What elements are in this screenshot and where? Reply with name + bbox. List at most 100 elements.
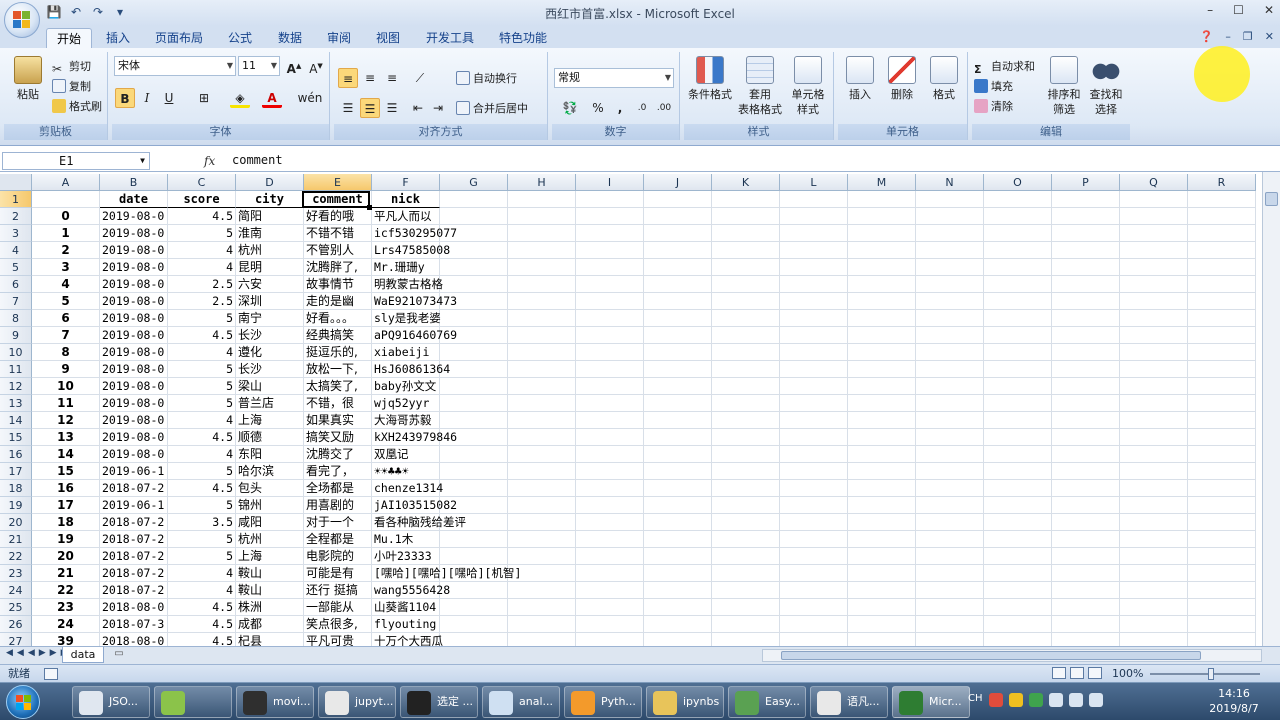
cell-b-17[interactable]: 2019-06-1: [100, 463, 168, 480]
cell-e-10[interactable]: 挺逗乐的,: [304, 344, 372, 361]
cell-p-27[interactable]: [1052, 633, 1120, 646]
cell-r-15[interactable]: [1188, 429, 1256, 446]
cell-r-26[interactable]: [1188, 616, 1256, 633]
cell-d-23[interactable]: 鞍山: [236, 565, 304, 582]
font-color-button[interactable]: A: [262, 88, 282, 108]
cell-d-17[interactable]: 哈尔滨: [236, 463, 304, 480]
cell-o-13[interactable]: [984, 395, 1052, 412]
font-size-select[interactable]: 11 ▼: [238, 56, 280, 76]
cell-q-1[interactable]: [1120, 191, 1188, 208]
column-header-e[interactable]: E: [304, 174, 372, 191]
cell-l-20[interactable]: [780, 514, 848, 531]
taskbar-iqiyi[interactable]: [154, 686, 232, 718]
cell-f-8[interactable]: sly是我老婆: [372, 310, 441, 327]
cell-m-11[interactable]: [848, 361, 916, 378]
cell-p-9[interactable]: [1052, 327, 1120, 344]
cell-f-26[interactable]: flyouting: [372, 616, 440, 633]
cell-n-22[interactable]: [916, 548, 984, 565]
row-header[interactable]: 16: [0, 446, 32, 463]
cell-d-7[interactable]: 深圳: [236, 293, 304, 310]
cell-d-13[interactable]: 普兰店: [236, 395, 304, 412]
cell-r-27[interactable]: [1188, 633, 1256, 646]
cell-g-11[interactable]: [440, 361, 508, 378]
border-button[interactable]: ⊞: [194, 88, 214, 108]
cell-c-7[interactable]: 2.5: [168, 293, 236, 310]
sort-filter-button[interactable]: 排序和 筛选: [1042, 56, 1086, 117]
bold-button[interactable]: B: [115, 88, 135, 108]
cell-k-11[interactable]: [712, 361, 780, 378]
cell-d-14[interactable]: 上海: [236, 412, 304, 429]
cell-c-19[interactable]: 5: [168, 497, 236, 514]
cell-d-25[interactable]: 株洲: [236, 599, 304, 616]
row-header[interactable]: 21: [0, 531, 32, 548]
cell-j-1[interactable]: [644, 191, 712, 208]
cell-k-8[interactable]: [712, 310, 780, 327]
maximize-button[interactable]: ☐: [1233, 3, 1244, 17]
cell-o-16[interactable]: [984, 446, 1052, 463]
column-header-q[interactable]: Q: [1120, 174, 1188, 191]
cell-b-27[interactable]: 2018-08-0: [100, 633, 168, 646]
cell-r-9[interactable]: [1188, 327, 1256, 344]
wrap-text-button[interactable]: 自动换行: [456, 70, 517, 88]
cell-j-26[interactable]: [644, 616, 712, 633]
cell-o-5[interactable]: [984, 259, 1052, 276]
cell-p-11[interactable]: [1052, 361, 1120, 378]
cell-b-5[interactable]: 2019-08-0: [100, 259, 168, 276]
cell-q-19[interactable]: [1120, 497, 1188, 514]
cell-k-26[interactable]: [712, 616, 780, 633]
cell-k-5[interactable]: [712, 259, 780, 276]
cell-a-15[interactable]: 13: [32, 429, 100, 446]
cell-r-16[interactable]: [1188, 446, 1256, 463]
cell-p-16[interactable]: [1052, 446, 1120, 463]
cell-r-19[interactable]: [1188, 497, 1256, 514]
row-header[interactable]: 3: [0, 225, 32, 242]
cell-b-18[interactable]: 2018-07-2: [100, 480, 168, 497]
cell-d-22[interactable]: 上海: [236, 548, 304, 565]
cell-q-8[interactable]: [1120, 310, 1188, 327]
cell-m-3[interactable]: [848, 225, 916, 242]
tab-formulas[interactable]: 公式: [218, 28, 262, 48]
cell-r-11[interactable]: [1188, 361, 1256, 378]
cell-b-22[interactable]: 2018-07-2: [100, 548, 168, 565]
cell-q-10[interactable]: [1120, 344, 1188, 361]
cell-l-19[interactable]: [780, 497, 848, 514]
cell-k-9[interactable]: [712, 327, 780, 344]
cell-a-6[interactable]: 4: [32, 276, 100, 293]
cell-m-4[interactable]: [848, 242, 916, 259]
cell-r-22[interactable]: [1188, 548, 1256, 565]
cell-i-12[interactable]: [576, 378, 644, 395]
cell-r-2[interactable]: [1188, 208, 1256, 225]
row-header[interactable]: 4: [0, 242, 32, 259]
cell-g-14[interactable]: [440, 412, 508, 429]
column-header-b[interactable]: B: [100, 174, 168, 191]
cell-l-15[interactable]: [780, 429, 848, 446]
paste-button[interactable]: 粘贴: [6, 56, 50, 102]
cell-g-12[interactable]: [440, 378, 508, 395]
decrease-decimal-button[interactable]: .00: [654, 98, 674, 118]
cell-m-7[interactable]: [848, 293, 916, 310]
format-as-table-button[interactable]: 套用 表格格式: [734, 56, 786, 117]
cell-c-2[interactable]: 4.5: [168, 208, 236, 225]
cell-i-14[interactable]: [576, 412, 644, 429]
cell-n-24[interactable]: [916, 582, 984, 599]
system-clock[interactable]: 14:16 2019/8/7: [1204, 686, 1264, 716]
cell-d-16[interactable]: 东阳: [236, 446, 304, 463]
cell-n-23[interactable]: [916, 565, 984, 582]
cell-n-20[interactable]: [916, 514, 984, 531]
row-header[interactable]: 27: [0, 633, 32, 646]
cell-h-18[interactable]: [508, 480, 576, 497]
cell-o-14[interactable]: [984, 412, 1052, 429]
cell-o-18[interactable]: [984, 480, 1052, 497]
cell-q-6[interactable]: [1120, 276, 1188, 293]
row-header[interactable]: 25: [0, 599, 32, 616]
cell-f-15[interactable]: kXH243979846: [372, 429, 457, 446]
cell-c-15[interactable]: 4.5: [168, 429, 236, 446]
comma-button[interactable]: ,: [610, 98, 630, 118]
cell-l-24[interactable]: [780, 582, 848, 599]
cell-c-3[interactable]: 5: [168, 225, 236, 242]
page-break-view-icon[interactable]: [1088, 667, 1102, 679]
cell-c-14[interactable]: 4: [168, 412, 236, 429]
column-header-a[interactable]: A: [32, 174, 100, 191]
cell-o-1[interactable]: [984, 191, 1052, 208]
cell-l-26[interactable]: [780, 616, 848, 633]
